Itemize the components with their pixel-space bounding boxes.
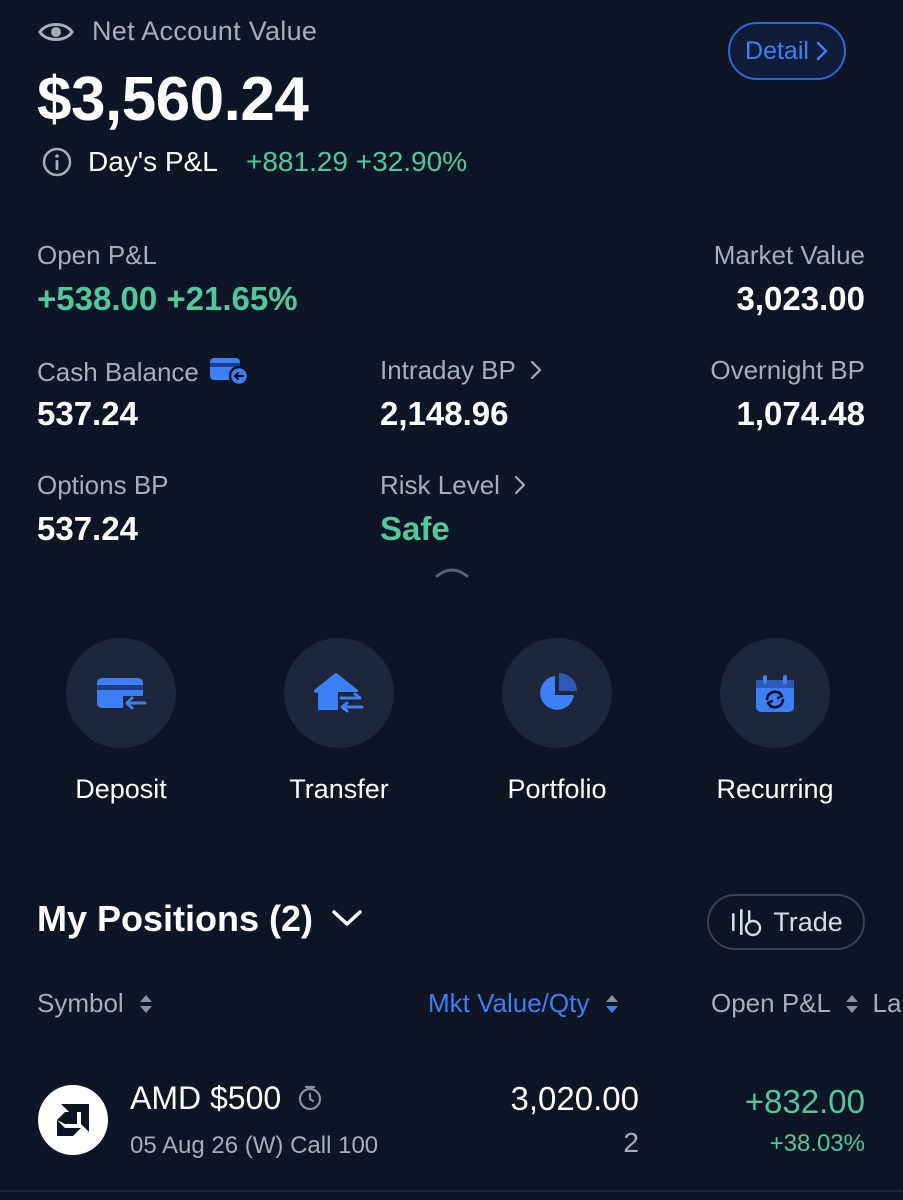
- net-account-value: $3,560.24: [37, 65, 309, 134]
- transfer-action[interactable]: Transfer: [229, 638, 449, 805]
- eye-icon[interactable]: [38, 18, 74, 46]
- trade-button[interactable]: Trade: [707, 894, 865, 950]
- chevron-right-icon: [530, 360, 541, 380]
- chevron-down-icon: [332, 910, 362, 926]
- trade-button-label: Trade: [773, 906, 843, 937]
- column-header-last-partial: La: [872, 988, 902, 1018]
- risk-level-label: Risk Level: [380, 470, 500, 500]
- market-value-value: 3,023.00: [736, 280, 865, 317]
- collapse-chevron-up-icon[interactable]: [434, 564, 470, 580]
- overnight-bp-value: 1,074.48: [736, 395, 865, 432]
- column-header-symbol[interactable]: Symbol: [37, 988, 153, 1019]
- amd-logo: [38, 1085, 108, 1155]
- row-divider: [0, 1190, 903, 1192]
- cash-balance-label: Cash Balance: [37, 355, 250, 388]
- recurring-action[interactable]: Recurring: [665, 638, 885, 805]
- open-pl-label: Open P&L: [37, 240, 157, 270]
- options-bp-value: 537.24: [37, 510, 138, 547]
- days-pl-label: Day's P&L: [88, 146, 218, 177]
- detail-button-label: Detail: [745, 36, 809, 65]
- position-open-pl: +832.00: [744, 1083, 865, 1120]
- deposit-action-label: Deposit: [75, 774, 167, 804]
- recurring-action-label: Recurring: [716, 774, 834, 804]
- sort-icon: [139, 995, 152, 1013]
- sort-icon: [605, 995, 618, 1013]
- trade-icon: [732, 909, 762, 937]
- overnight-bp-label: Overnight BP: [710, 355, 865, 385]
- my-positions-title: My Positions (2): [37, 898, 314, 939]
- open-pl-value: +538.00 +21.65%: [37, 280, 298, 317]
- portfolio-action[interactable]: Portfolio: [447, 638, 667, 805]
- transfer-action-circle: [284, 638, 394, 748]
- position-qty: 2: [623, 1127, 639, 1158]
- wallet-transfer-icon[interactable]: [208, 355, 250, 387]
- risk-level-value: Safe: [380, 510, 450, 547]
- options-bp-label: Options BP: [37, 470, 169, 500]
- column-header-mkt-value-qty[interactable]: Mkt Value/Qty: [428, 988, 619, 1019]
- risk-level-link[interactable]: Risk Level: [380, 470, 527, 501]
- column-header-symbol-label: Symbol: [37, 988, 124, 1018]
- transfer-action-label: Transfer: [289, 774, 389, 804]
- clock-icon: [298, 1085, 322, 1111]
- cash-balance-value: 537.24: [37, 395, 138, 432]
- deposit-action[interactable]: Deposit: [11, 638, 231, 805]
- deposit-action-circle: [66, 638, 176, 748]
- deposit-card-icon: [97, 678, 147, 710]
- transfer-house-icon: [314, 673, 364, 714]
- market-value-label: Market Value: [713, 240, 865, 270]
- intraday-bp-label: Intraday BP: [380, 355, 516, 385]
- pie-chart-icon: [540, 673, 577, 710]
- column-header-open-pl[interactable]: Open P&L La: [711, 988, 901, 1019]
- days-pl-value: +881.29 +32.90%: [246, 146, 468, 177]
- detail-button[interactable]: Detail: [728, 22, 846, 80]
- column-header-open-pl-label: Open P&L: [711, 988, 831, 1018]
- intraday-bp-value: 2,148.96: [380, 395, 509, 432]
- column-header-mkt-value-qty-label: Mkt Value/Qty: [428, 988, 590, 1018]
- cash-balance-label-text: Cash Balance: [37, 357, 199, 387]
- recurring-calendar-icon: [756, 675, 794, 712]
- chevron-right-icon: [515, 475, 526, 495]
- info-icon[interactable]: [41, 146, 73, 178]
- intraday-bp-link[interactable]: Intraday BP: [380, 355, 543, 386]
- my-positions-toggle[interactable]: My Positions (2): [37, 898, 363, 940]
- recurring-action-circle: [720, 638, 830, 748]
- position-mkt-value: 3,020.00: [510, 1080, 639, 1117]
- net-account-value-label: Net Account Value: [92, 16, 318, 46]
- position-name: AMD $500: [130, 1080, 282, 1116]
- sort-icon: [846, 995, 859, 1013]
- portfolio-action-label: Portfolio: [507, 774, 607, 804]
- position-symbol: AMD $500: [130, 1080, 324, 1117]
- chevron-right-icon: [816, 41, 828, 61]
- position-detail: 05 Aug 26 (W) Call 100: [130, 1132, 379, 1159]
- position-open-pl-pct: +38.03%: [769, 1130, 865, 1157]
- portfolio-action-circle: [502, 638, 612, 748]
- amd-logo-icon: [57, 1104, 89, 1136]
